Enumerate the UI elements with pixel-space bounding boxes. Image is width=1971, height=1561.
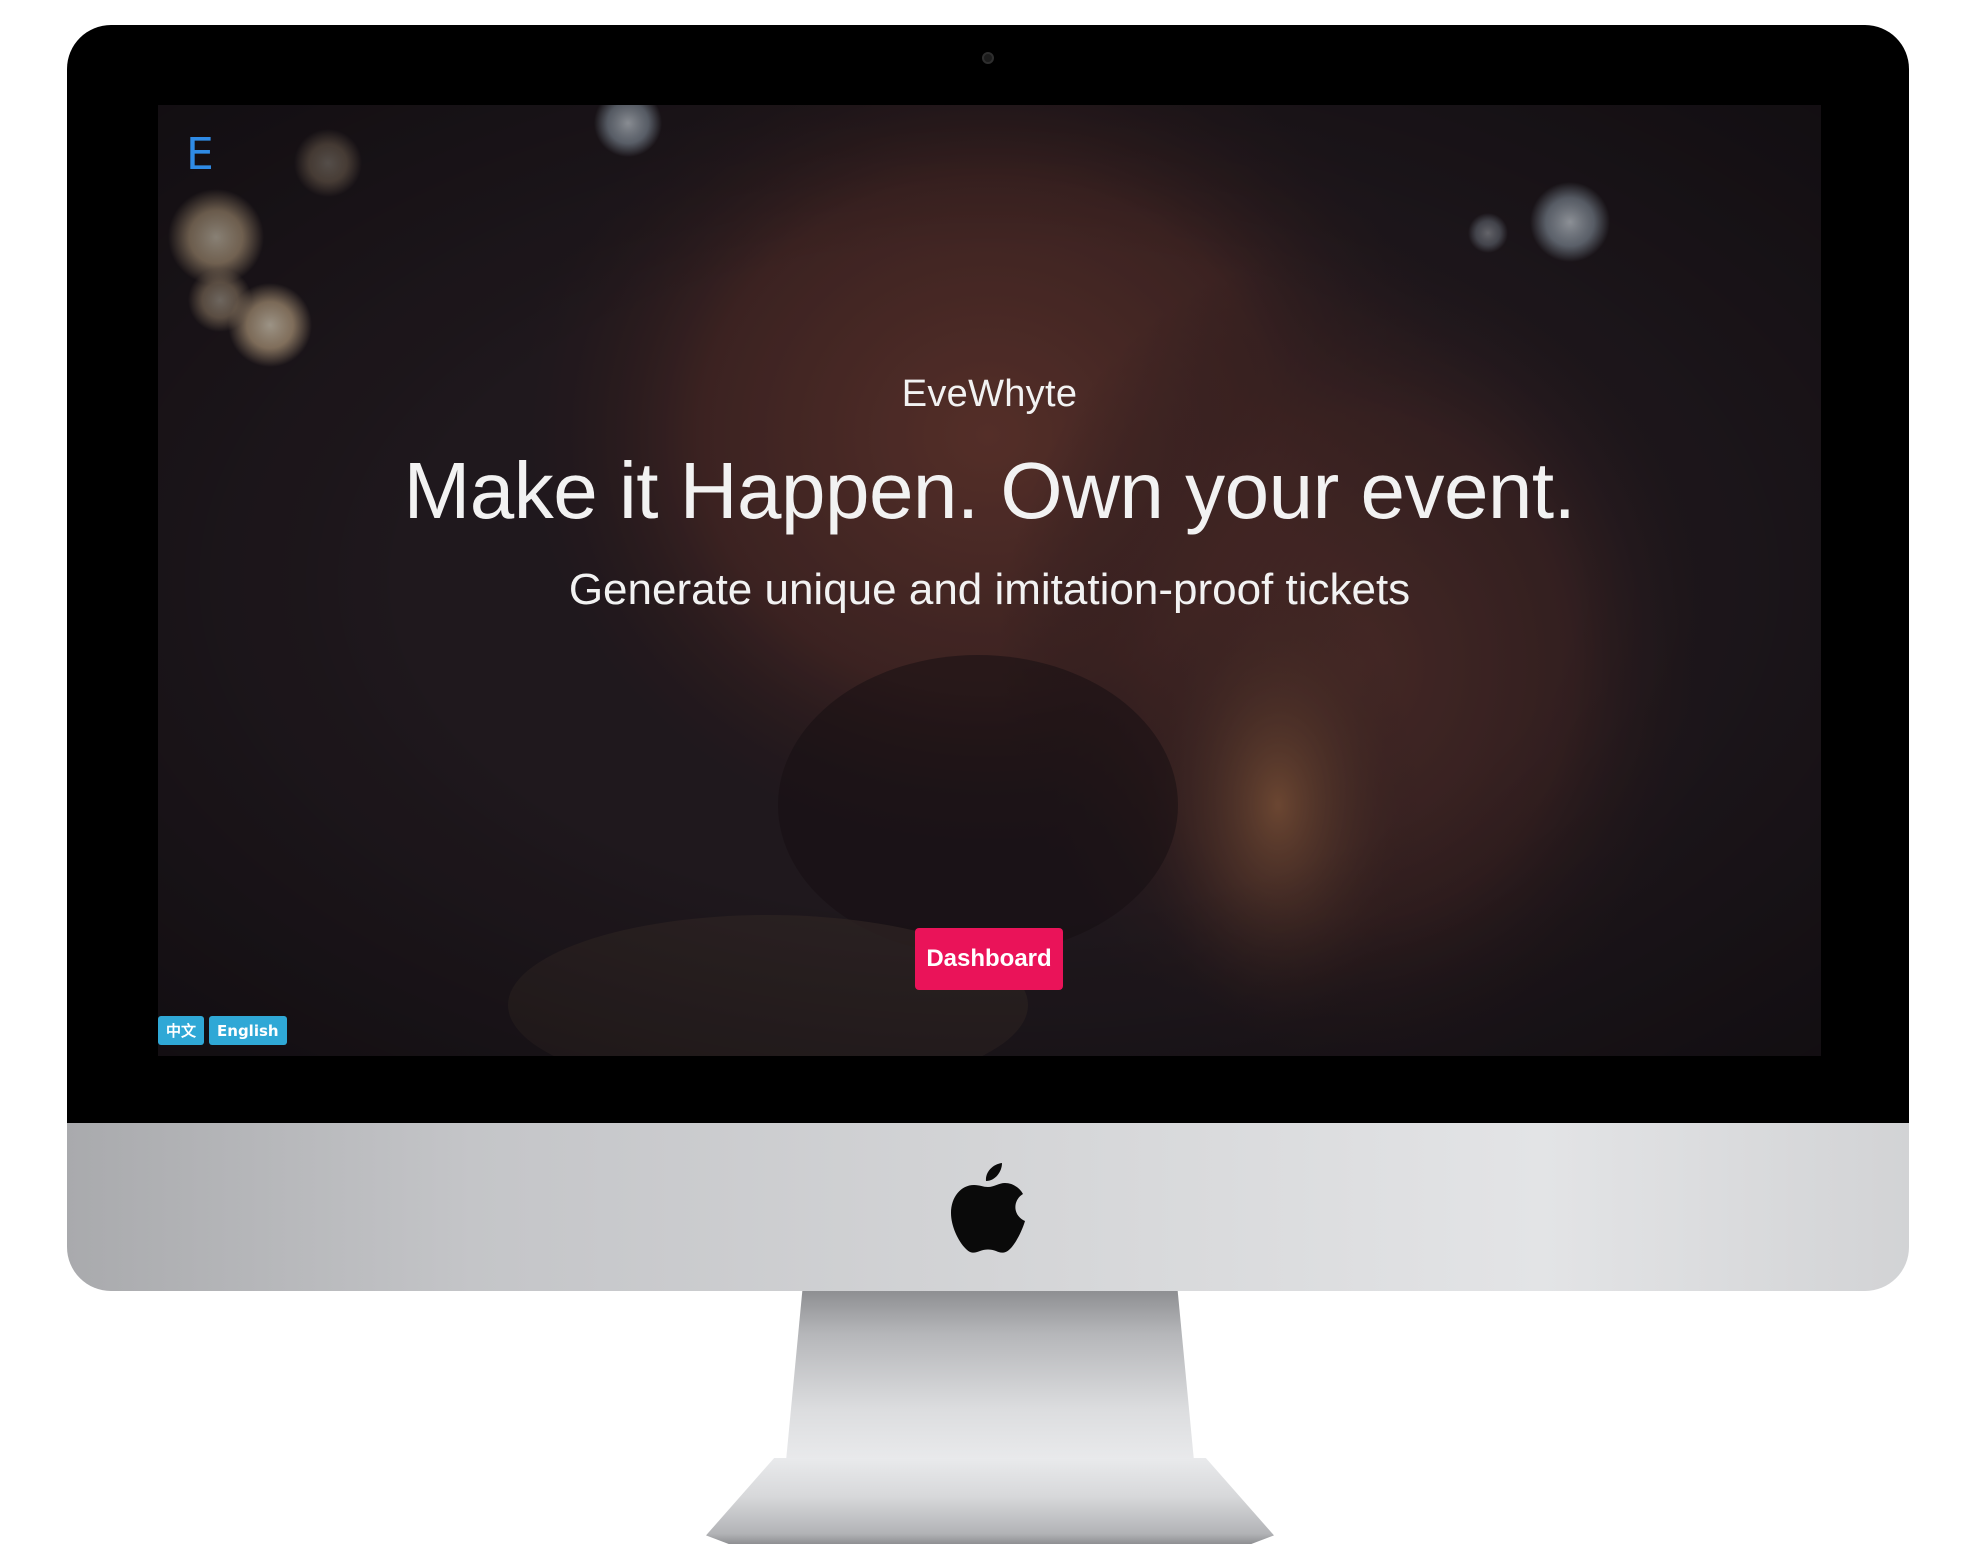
language-switcher: 中文 English	[158, 1016, 287, 1045]
webcam-icon	[982, 52, 994, 64]
apple-icon	[951, 1163, 1025, 1253]
monitor-stand-foot	[706, 1458, 1274, 1544]
dashboard-button[interactable]: Dashboard	[915, 928, 1063, 990]
screen: E EveWhyte Make it Happen. Own your even…	[158, 105, 1821, 1056]
hero-tagline: Generate unique and imitation-proof tick…	[568, 565, 1411, 614]
language-chinese-button[interactable]: 中文	[158, 1016, 205, 1045]
hero-headline: Make it Happen. Own your event.	[403, 446, 1576, 535]
brand-name: EveWhyte	[901, 373, 1078, 415]
brand-logo[interactable]: E	[186, 133, 214, 177]
monitor-stand-neck	[786, 1291, 1194, 1461]
language-english-button[interactable]: English	[209, 1016, 287, 1045]
